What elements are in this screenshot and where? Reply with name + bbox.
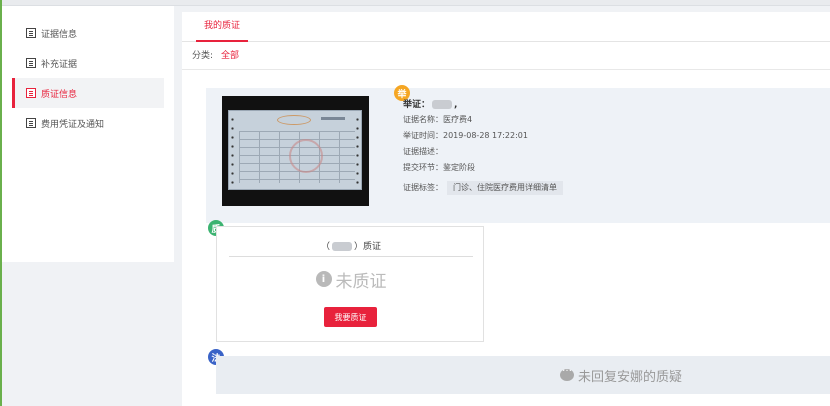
claim-head: 举证：, [403,100,458,110]
cross-exam-title: （）质证 [320,242,382,252]
cross-exam-card: （）质证 i 未质证 我要质证 [216,226,484,342]
redacted-name [332,242,352,251]
filter-label: 分类: [192,51,214,61]
divider [182,69,830,70]
filter-all-option[interactable]: 全部 [221,48,239,61]
claim-time-row: 举证时间：2019-08-28 17:22:01 [403,131,528,140]
cross-exam-button[interactable]: 我要质证 [324,307,377,327]
category-filter: 分类: 全部 [192,48,239,61]
evidence-tag: 门诊、住院医疗费用详细清单 [447,181,563,195]
document-icon [26,28,36,38]
claim-info: 举证：, 证据名称：医疗费4 举证时间：2019-08-28 17:22:01 … [403,98,563,196]
sidebar: 证据信息 补充证据 质证信息 费用凭证及通知 [2,6,174,262]
seal-stamp [289,139,323,173]
sidebar-item-cross-exam-info[interactable]: 质证信息 [12,78,164,108]
document-icon [26,118,36,128]
info-icon: i [315,271,332,287]
cross-exam-status: i 未质证 [217,267,485,292]
sidebar-item-label: 费用凭证及通知 [41,119,105,130]
court-reply-bar: 未回复安娜的质疑 [216,356,830,394]
evidence-tags-row: 证据标签： 门诊、住院医疗费用详细清单 [403,180,563,196]
evidence-name: 医疗费4 [443,115,473,124]
evidence-desc-row: 证据描述： [403,147,443,156]
main-panel: 我的质证 分类: 全部 举 举证：, 证据名称：医疗费4 举证时间：2019-0… [182,12,830,406]
sidebar-item-label: 质证信息 [41,89,78,100]
tab-bar: 我的质证 [182,12,830,42]
sidebar-item-label: 证据信息 [41,29,78,40]
submit-stage: 鉴定阶段 [443,163,475,172]
sidebar-item-supplement-evidence[interactable]: 补充证据 [12,48,164,78]
redacted-name [432,100,453,109]
evidence-claim-card: 举 举证：, 证据名称：医疗费4 举证时间：2019-08-28 17:22:0… [206,85,830,223]
tab-my-cross-exam[interactable]: 我的质证 [196,12,249,42]
sidebar-item-fee-vouchers[interactable]: 费用凭证及通知 [12,108,164,138]
evidence-thumbnail[interactable] [222,96,369,206]
evidence-name-row: 证据名称：医疗费4 [403,115,473,124]
document-icon [26,58,36,68]
status-text: 未质证 [335,271,387,292]
submit-stage-row: 提交环节：鉴定阶段 [403,163,475,172]
chat-bubble-icon [560,363,574,381]
claim-time: 2019-08-28 17:22:01 [443,131,528,140]
sidebar-item-label: 补充证据 [41,59,78,70]
sidebar-item-evidence-info[interactable]: 证据信息 [12,18,164,48]
divider [229,256,473,257]
document-icon [26,88,36,98]
court-reply-message: 未回复安娜的质疑 [560,356,682,394]
reply-text: 未回复安娜的质疑 [578,369,683,385]
receipt-image [228,110,362,190]
